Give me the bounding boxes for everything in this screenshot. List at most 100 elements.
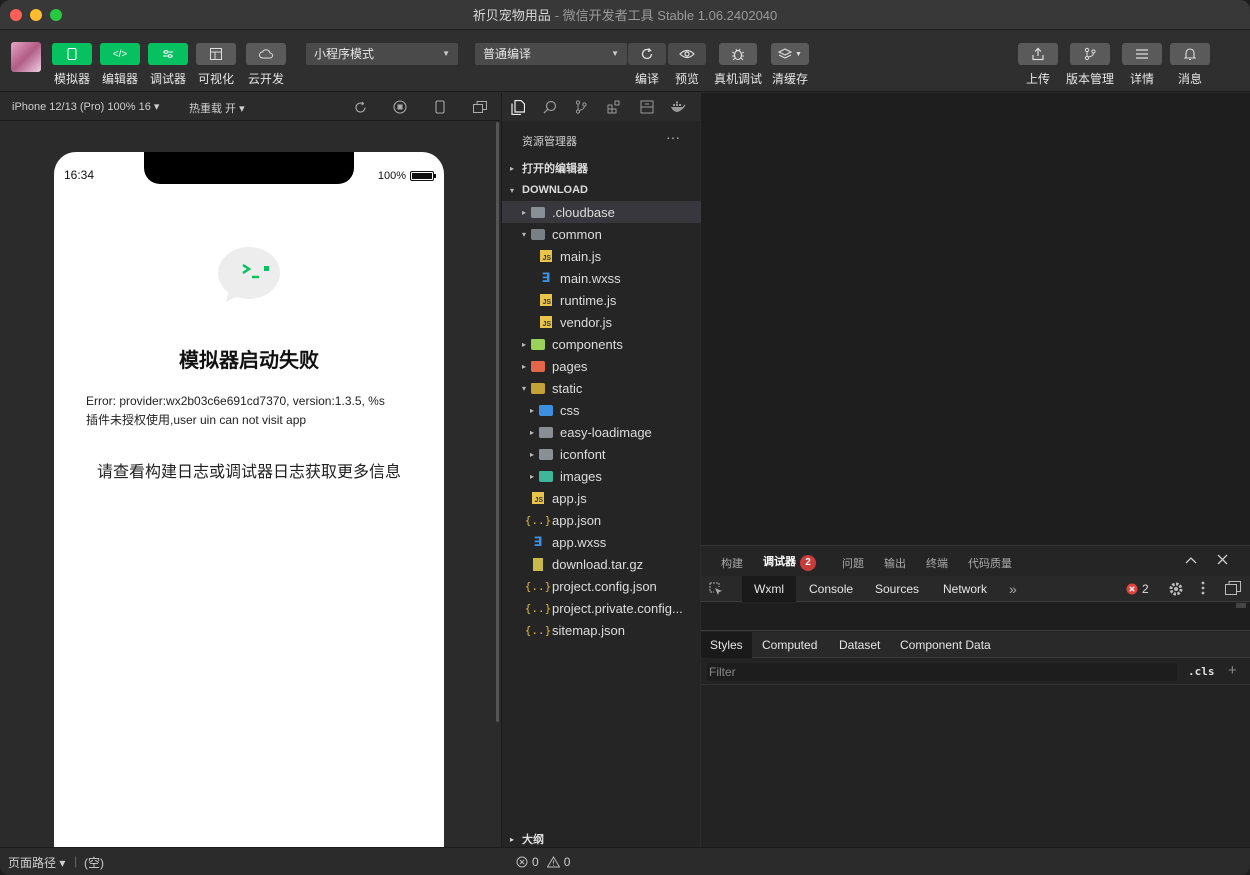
cloud-label: 云开发: [247, 72, 285, 86]
cloud-dev-button[interactable]: [246, 43, 286, 65]
undock-icon[interactable]: [1225, 581, 1241, 598]
tab-code-quality[interactable]: 代码质量: [968, 555, 1012, 571]
filter-input[interactable]: Filter: [707, 663, 1177, 681]
open-editors-section[interactable]: ▸ 打开的编辑器: [502, 157, 701, 179]
docker-icon[interactable]: [669, 98, 687, 116]
messages-button[interactable]: [1170, 43, 1210, 65]
tab-terminal[interactable]: 终端: [926, 555, 948, 571]
clear-cache-button[interactable]: ▼: [771, 43, 809, 65]
real-device-debug-button[interactable]: [719, 43, 757, 65]
details-button[interactable]: [1122, 43, 1162, 65]
editor-toggle-button[interactable]: </>: [100, 43, 140, 65]
tree-item[interactable]: JS runtime.js: [502, 289, 701, 311]
battery-status: 100%: [378, 170, 436, 182]
debug-tabs: 构建 调试器 2 问题 输出 终端 代码质量: [701, 546, 1250, 576]
debugger-label: 调试器: [149, 72, 187, 86]
simulator-scrollbar[interactable]: [496, 122, 499, 722]
tab-component-data[interactable]: Component Data: [891, 632, 1000, 658]
more-actions-icon[interactable]: ···: [666, 129, 680, 145]
tree-item[interactable]: {..} sitemap.json: [502, 619, 701, 641]
tree-item[interactable]: JS app.js: [502, 487, 701, 509]
tree-item[interactable]: ▸ easy-loadimage: [502, 421, 701, 443]
extensions-icon[interactable]: [605, 98, 623, 116]
more-tabs-icon[interactable]: »: [1009, 581, 1017, 597]
refresh-icon: [641, 48, 653, 60]
root-folder-section[interactable]: ▾ DOWNLOAD: [502, 179, 701, 201]
page-path-select[interactable]: 页面路径 ▾: [8, 854, 65, 871]
tree-item[interactable]: {..} project.private.config...: [502, 597, 701, 619]
tab-build[interactable]: 构建: [721, 555, 743, 571]
search-icon[interactable]: [541, 98, 559, 116]
bell-icon: [1184, 48, 1196, 61]
wxml-scrollbar[interactable]: [1236, 603, 1246, 608]
tab-wxml[interactable]: Wxml: [742, 576, 796, 602]
storage-icon[interactable]: [638, 98, 656, 116]
tree-item[interactable]: ▾ static: [502, 377, 701, 399]
js-file-icon: JS: [538, 293, 554, 307]
git-branch-icon: [1084, 47, 1096, 61]
preview-button[interactable]: [668, 43, 706, 65]
mode-select[interactable]: 小程序模式 ▼: [306, 43, 458, 65]
tab-problems[interactable]: 问题: [842, 555, 864, 571]
maximize-window-button[interactable]: [50, 9, 62, 21]
tree-item-label: app.js: [552, 490, 587, 506]
files-icon[interactable]: [509, 98, 527, 116]
inspect-element-icon[interactable]: [709, 582, 723, 599]
visual-toggle-button[interactable]: [196, 43, 236, 65]
tree-item[interactable]: {..} app.json: [502, 509, 701, 531]
simulator-toggle-button[interactable]: [52, 43, 92, 65]
chevron-up-icon[interactable]: [1185, 554, 1197, 568]
avatar[interactable]: [11, 42, 41, 72]
tree-item-label: pages: [552, 358, 588, 374]
tree-item[interactable]: ∃ main.wxss: [502, 267, 701, 289]
tab-styles[interactable]: Styles: [701, 632, 752, 658]
tree-item[interactable]: JS main.js: [502, 245, 701, 267]
version-control-button[interactable]: [1070, 43, 1110, 65]
settings-gear-icon[interactable]: [1168, 581, 1184, 600]
source-control-icon[interactable]: [572, 98, 590, 116]
folder-icon: [530, 205, 546, 219]
tab-dataset[interactable]: Dataset: [830, 632, 889, 658]
tree-item[interactable]: ▸ css: [502, 399, 701, 421]
cls-toggle[interactable]: .cls: [1188, 665, 1215, 678]
add-style-rule-icon[interactable]: +: [1228, 662, 1237, 679]
close-icon[interactable]: [1217, 554, 1228, 568]
debugger-toggle-button[interactable]: [148, 43, 188, 65]
tab-computed[interactable]: Computed: [753, 632, 826, 658]
compile-select[interactable]: 普通编译 ▼: [475, 43, 627, 65]
tree-item[interactable]: ▾ common: [502, 223, 701, 245]
tree-item[interactable]: download.tar.gz: [502, 553, 701, 575]
chevron-down-icon: ▾: [509, 185, 514, 195]
tree-item[interactable]: ▸ iconfont: [502, 443, 701, 465]
phone-icon: [67, 48, 77, 60]
tab-console[interactable]: Console: [797, 576, 865, 602]
tree-item[interactable]: ▸ .cloudbase: [502, 201, 701, 223]
stop-icon[interactable]: [392, 99, 408, 115]
close-window-button[interactable]: [10, 9, 22, 21]
rotate-icon[interactable]: [352, 99, 368, 115]
tree-item[interactable]: ▸ images: [502, 465, 701, 487]
tab-network[interactable]: Network: [931, 576, 999, 602]
chevron-right-icon: ▸: [529, 471, 534, 481]
minimize-window-button[interactable]: [30, 9, 42, 21]
hot-reload-select[interactable]: 热重载 开 ▾: [189, 100, 245, 116]
kebab-menu-icon[interactable]: [1201, 581, 1205, 598]
preview-label: 预览: [674, 72, 700, 86]
error-title: 模拟器启动失败: [179, 350, 319, 372]
tree-item[interactable]: ∃ app.wxss: [502, 531, 701, 553]
compile-button[interactable]: [628, 43, 666, 65]
tree-item-label: vendor.js: [560, 314, 613, 330]
device-icon[interactable]: [432, 99, 448, 115]
tab-sources[interactable]: Sources: [863, 576, 931, 602]
device-select[interactable]: iPhone 12/13 (Pro) 100% 16 ▾: [12, 100, 159, 113]
tree-item[interactable]: ▸ components: [502, 333, 701, 355]
tree-item[interactable]: {..} project.config.json: [502, 575, 701, 597]
upload-button[interactable]: [1018, 43, 1058, 65]
tree-item[interactable]: JS vendor.js: [502, 311, 701, 333]
tab-debugger[interactable]: 调试器 2: [763, 553, 816, 571]
error-counter[interactable]: 2: [1126, 582, 1149, 596]
problems-summary[interactable]: 0 0: [516, 855, 570, 869]
detach-window-icon[interactable]: [472, 99, 488, 115]
tab-output[interactable]: 输出: [884, 555, 906, 571]
tree-item[interactable]: ▸ pages: [502, 355, 701, 377]
